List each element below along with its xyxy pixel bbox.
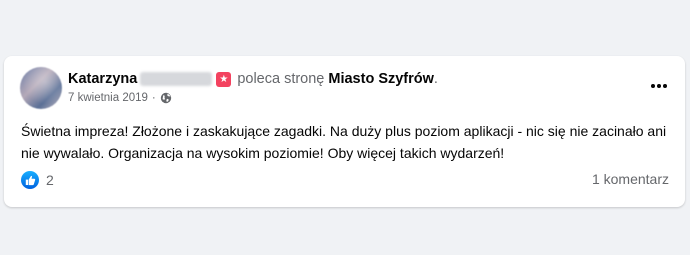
author-name[interactable]: Katarzyna — [68, 71, 137, 87]
reactions-summary[interactable]: 2 — [21, 171, 54, 189]
recommend-verb: poleca stronę — [237, 71, 325, 87]
post-header: Katarzyna ★ poleca stronę Miasto Szyfrów… — [68, 70, 438, 88]
post-card: Katarzyna ★ poleca stronę Miasto Szyfrów… — [4, 56, 685, 207]
comments-link[interactable]: 1 komentarz — [592, 171, 669, 187]
author-last-name-blurred[interactable] — [140, 72, 213, 86]
globe-icon[interactable] — [160, 92, 172, 104]
more-options-icon — [651, 84, 667, 88]
header-period: . — [433, 71, 438, 87]
post-date[interactable]: 7 kwietnia 2019 — [68, 92, 148, 104]
reaction-count: 2 — [46, 172, 54, 188]
more-options-button[interactable] — [647, 74, 671, 98]
recommend-star-icon: ★ — [216, 71, 232, 87]
like-icon — [21, 171, 39, 189]
post-meta: 7 kwietnia 2019 · — [68, 92, 172, 104]
avatar[interactable] — [20, 67, 62, 109]
post-text: Świetna impreza! Złożone i zaskakujące z… — [21, 123, 667, 161]
meta-separator: · — [151, 92, 156, 104]
page-name-link[interactable]: Miasto Szyfrów — [328, 71, 434, 87]
